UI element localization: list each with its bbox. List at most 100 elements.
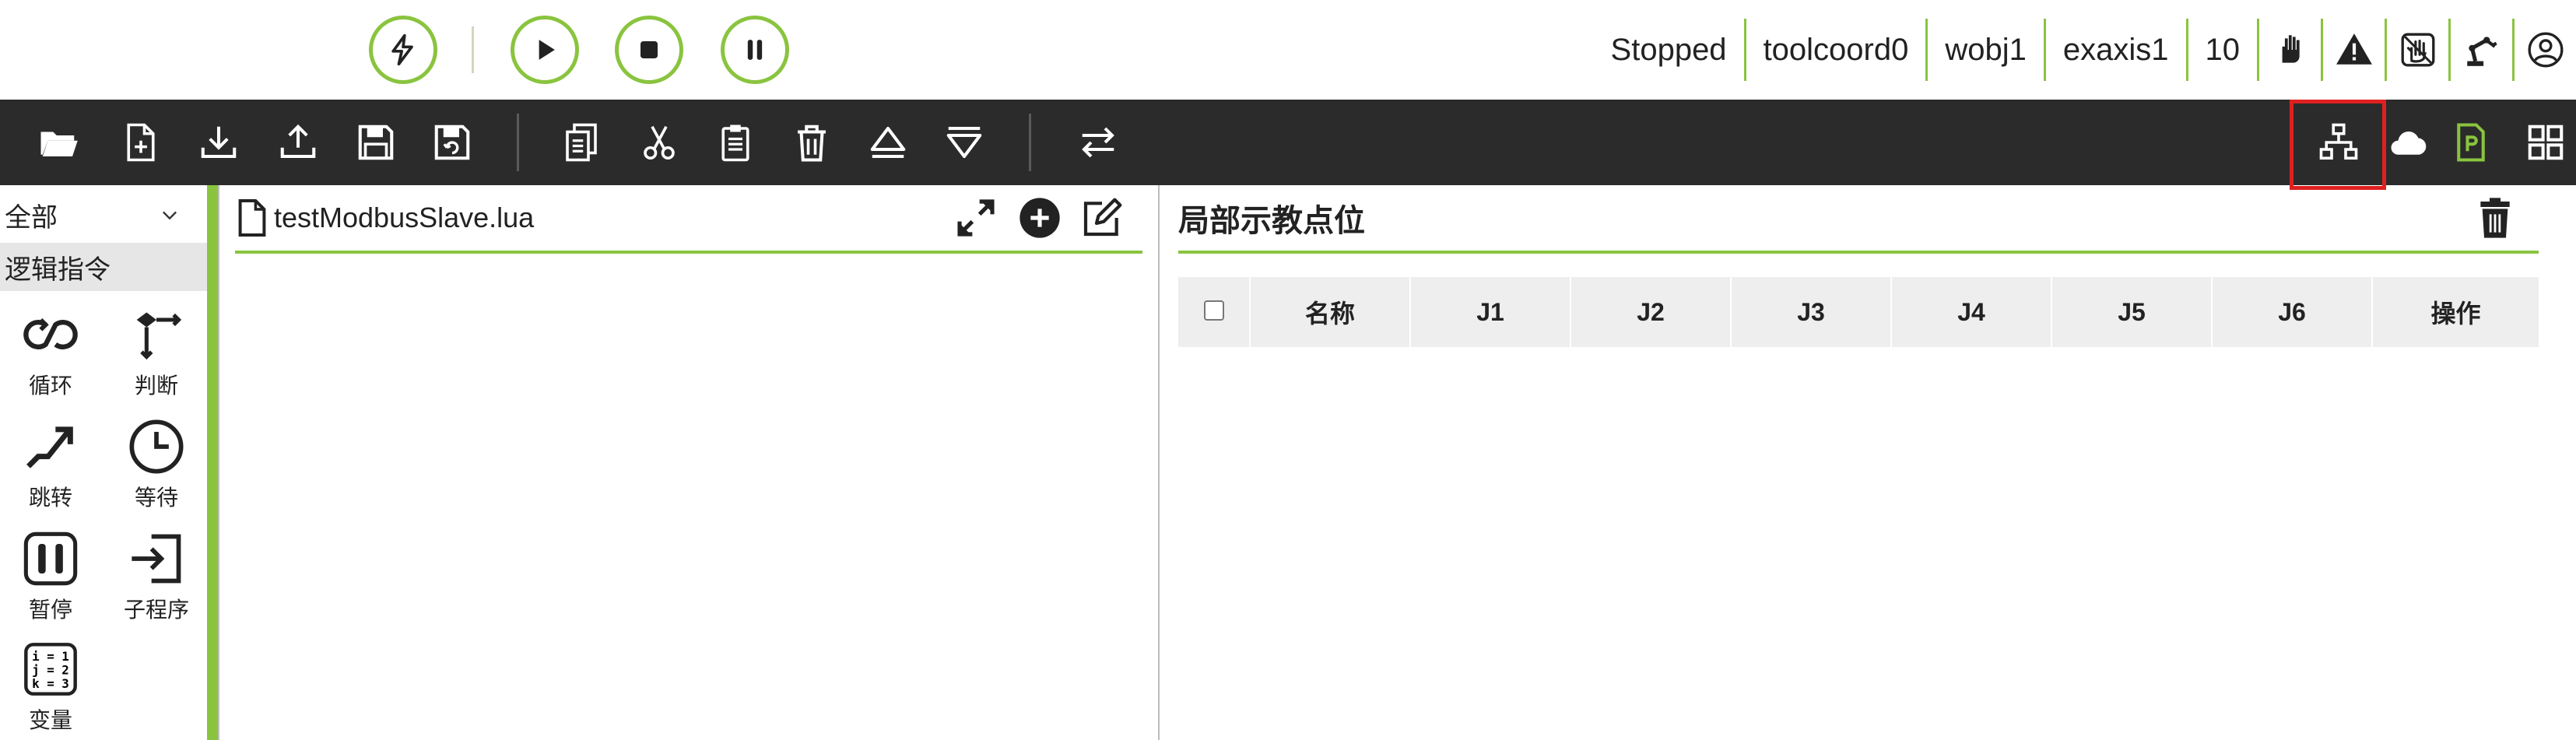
status-indicators: Stopped toolcoord0 wobj1 exaxis1 10	[1594, 19, 2576, 81]
palette-scrollbar[interactable]	[207, 185, 218, 740]
edit-button[interactable]	[1079, 195, 1125, 241]
program-file-icon	[2457, 123, 2485, 162]
download-icon	[201, 126, 237, 159]
svg-text:k = 3: k = 3	[32, 676, 69, 691]
cmd-label: 等待	[134, 486, 178, 510]
delete-button[interactable]	[777, 100, 847, 185]
save-as-icon	[434, 125, 470, 160]
stop-icon	[640, 41, 658, 58]
move-up-icon	[870, 126, 906, 159]
hand-mode-icon	[2282, 35, 2300, 63]
robot-status-button[interactable]	[2448, 19, 2512, 81]
points-table: 名称 J1 J2 J3 J4 J5 J6 操作	[1178, 277, 2539, 347]
grid-icon	[2528, 125, 2564, 160]
stop-button[interactable]	[615, 16, 683, 84]
divider	[472, 26, 474, 73]
delete-points-button[interactable]	[2472, 195, 2518, 241]
alarm-button[interactable]	[2321, 19, 2385, 81]
open-folder-icon	[40, 132, 78, 156]
trash-icon	[2480, 198, 2510, 238]
upload-icon	[280, 124, 316, 159]
cmd-loop[interactable]: 循环	[0, 305, 101, 400]
chevron-down-icon	[163, 211, 177, 220]
export-button[interactable]	[263, 100, 333, 185]
warning-icon	[2336, 33, 2372, 65]
cmd-jump[interactable]: 跳转	[0, 417, 101, 512]
category-header[interactable]: 逻辑指令	[0, 243, 207, 291]
cmd-variable[interactable]: i = 1j = 2k = 3 变量	[0, 640, 101, 735]
move-down-icon	[946, 126, 982, 159]
column-header: J5	[2051, 277, 2213, 347]
column-header: J1	[1410, 277, 1571, 347]
apps-button[interactable]	[2511, 100, 2576, 185]
fullscreen-button[interactable]	[953, 195, 999, 241]
save-icon	[358, 125, 394, 160]
cmd-pause[interactable]: 暂停	[0, 529, 101, 624]
column-header: J2	[1571, 277, 1732, 347]
swap-button[interactable]	[1063, 100, 1133, 185]
svg-text:j = 2: j = 2	[32, 662, 69, 677]
cmd-subroutine[interactable]: 子程序	[106, 529, 207, 624]
user-icon	[2528, 32, 2563, 68]
column-header: J3	[1731, 277, 1892, 347]
select-all-cell	[1178, 277, 1251, 347]
robot-state: Stopped	[1610, 32, 1727, 67]
table-header-row: 名称 J1 J2 J3 J4 J5 J6 操作	[1178, 277, 2539, 347]
code-area[interactable]	[235, 257, 1142, 740]
plus-circle-icon	[1020, 198, 1060, 238]
drag-teach-button[interactable]	[2385, 19, 2448, 81]
workpiece-selector[interactable]: wobj1	[1925, 19, 2044, 81]
pause-icon	[747, 40, 763, 60]
cut-icon	[644, 125, 675, 160]
toolbar-divider	[517, 114, 519, 171]
delete-icon	[798, 125, 826, 162]
tool-coord-selector[interactable]: toolcoord0	[1743, 19, 1926, 81]
lightning-icon	[391, 33, 413, 66]
paste-button[interactable]	[700, 100, 770, 185]
points-underline	[1178, 251, 2539, 254]
panel-divider	[1158, 185, 1160, 740]
move-down-button[interactable]	[929, 100, 999, 185]
file-name: testModbusSlave.lua	[274, 202, 535, 233]
copy-button[interactable]	[546, 100, 616, 185]
select-all-checkbox[interactable]	[1203, 300, 1224, 321]
run-button[interactable]	[511, 16, 579, 84]
column-header: 名称	[1250, 277, 1411, 347]
speed-value[interactable]: 10	[2185, 19, 2258, 81]
hand-mode-button[interactable]	[2257, 19, 2321, 81]
column-header: J4	[1891, 277, 2052, 347]
panel-divider	[218, 185, 219, 740]
save-button[interactable]	[341, 100, 411, 185]
top-status-bar: Stopped toolcoord0 wobj1 exaxis1 10	[0, 0, 2576, 100]
ext-axis-selector[interactable]: exaxis1	[2043, 19, 2186, 81]
toolbar-divider	[1029, 114, 1031, 171]
program-button[interactable]	[2436, 100, 2506, 185]
cmd-branch[interactable]: 判断	[106, 305, 207, 400]
file-tab[interactable]: testModbusSlave.lua	[235, 195, 534, 241]
subroutine-icon	[132, 534, 181, 584]
open-button[interactable]	[23, 100, 93, 185]
filter-value: 全部	[5, 202, 58, 233]
new-button[interactable]	[106, 100, 176, 185]
expand-icon	[957, 199, 995, 237]
edit-icon	[1083, 198, 1122, 237]
drag-teach-icon	[2401, 33, 2434, 67]
category-filter-select[interactable]: 全部	[0, 193, 204, 237]
import-button[interactable]	[184, 100, 254, 185]
cut-button[interactable]	[624, 100, 694, 185]
program-toolbar	[0, 100, 2576, 185]
editor-underline	[235, 251, 1142, 254]
cmd-label: 变量	[28, 708, 72, 732]
cmd-wait[interactable]: 等待	[106, 417, 207, 512]
add-line-button[interactable]	[1016, 195, 1063, 241]
loop-icon	[23, 317, 78, 349]
user-account-button[interactable]	[2512, 19, 2576, 81]
cmd-label: 跳转	[28, 486, 72, 510]
save-as-button[interactable]	[417, 100, 487, 185]
cloud-icon	[2391, 132, 2427, 155]
move-up-button[interactable]	[853, 100, 923, 185]
pause-button[interactable]	[721, 16, 789, 84]
branch-icon	[136, 312, 182, 360]
variable-icon: i = 1j = 2k = 3	[24, 643, 77, 696]
enable-button[interactable]	[369, 16, 437, 84]
